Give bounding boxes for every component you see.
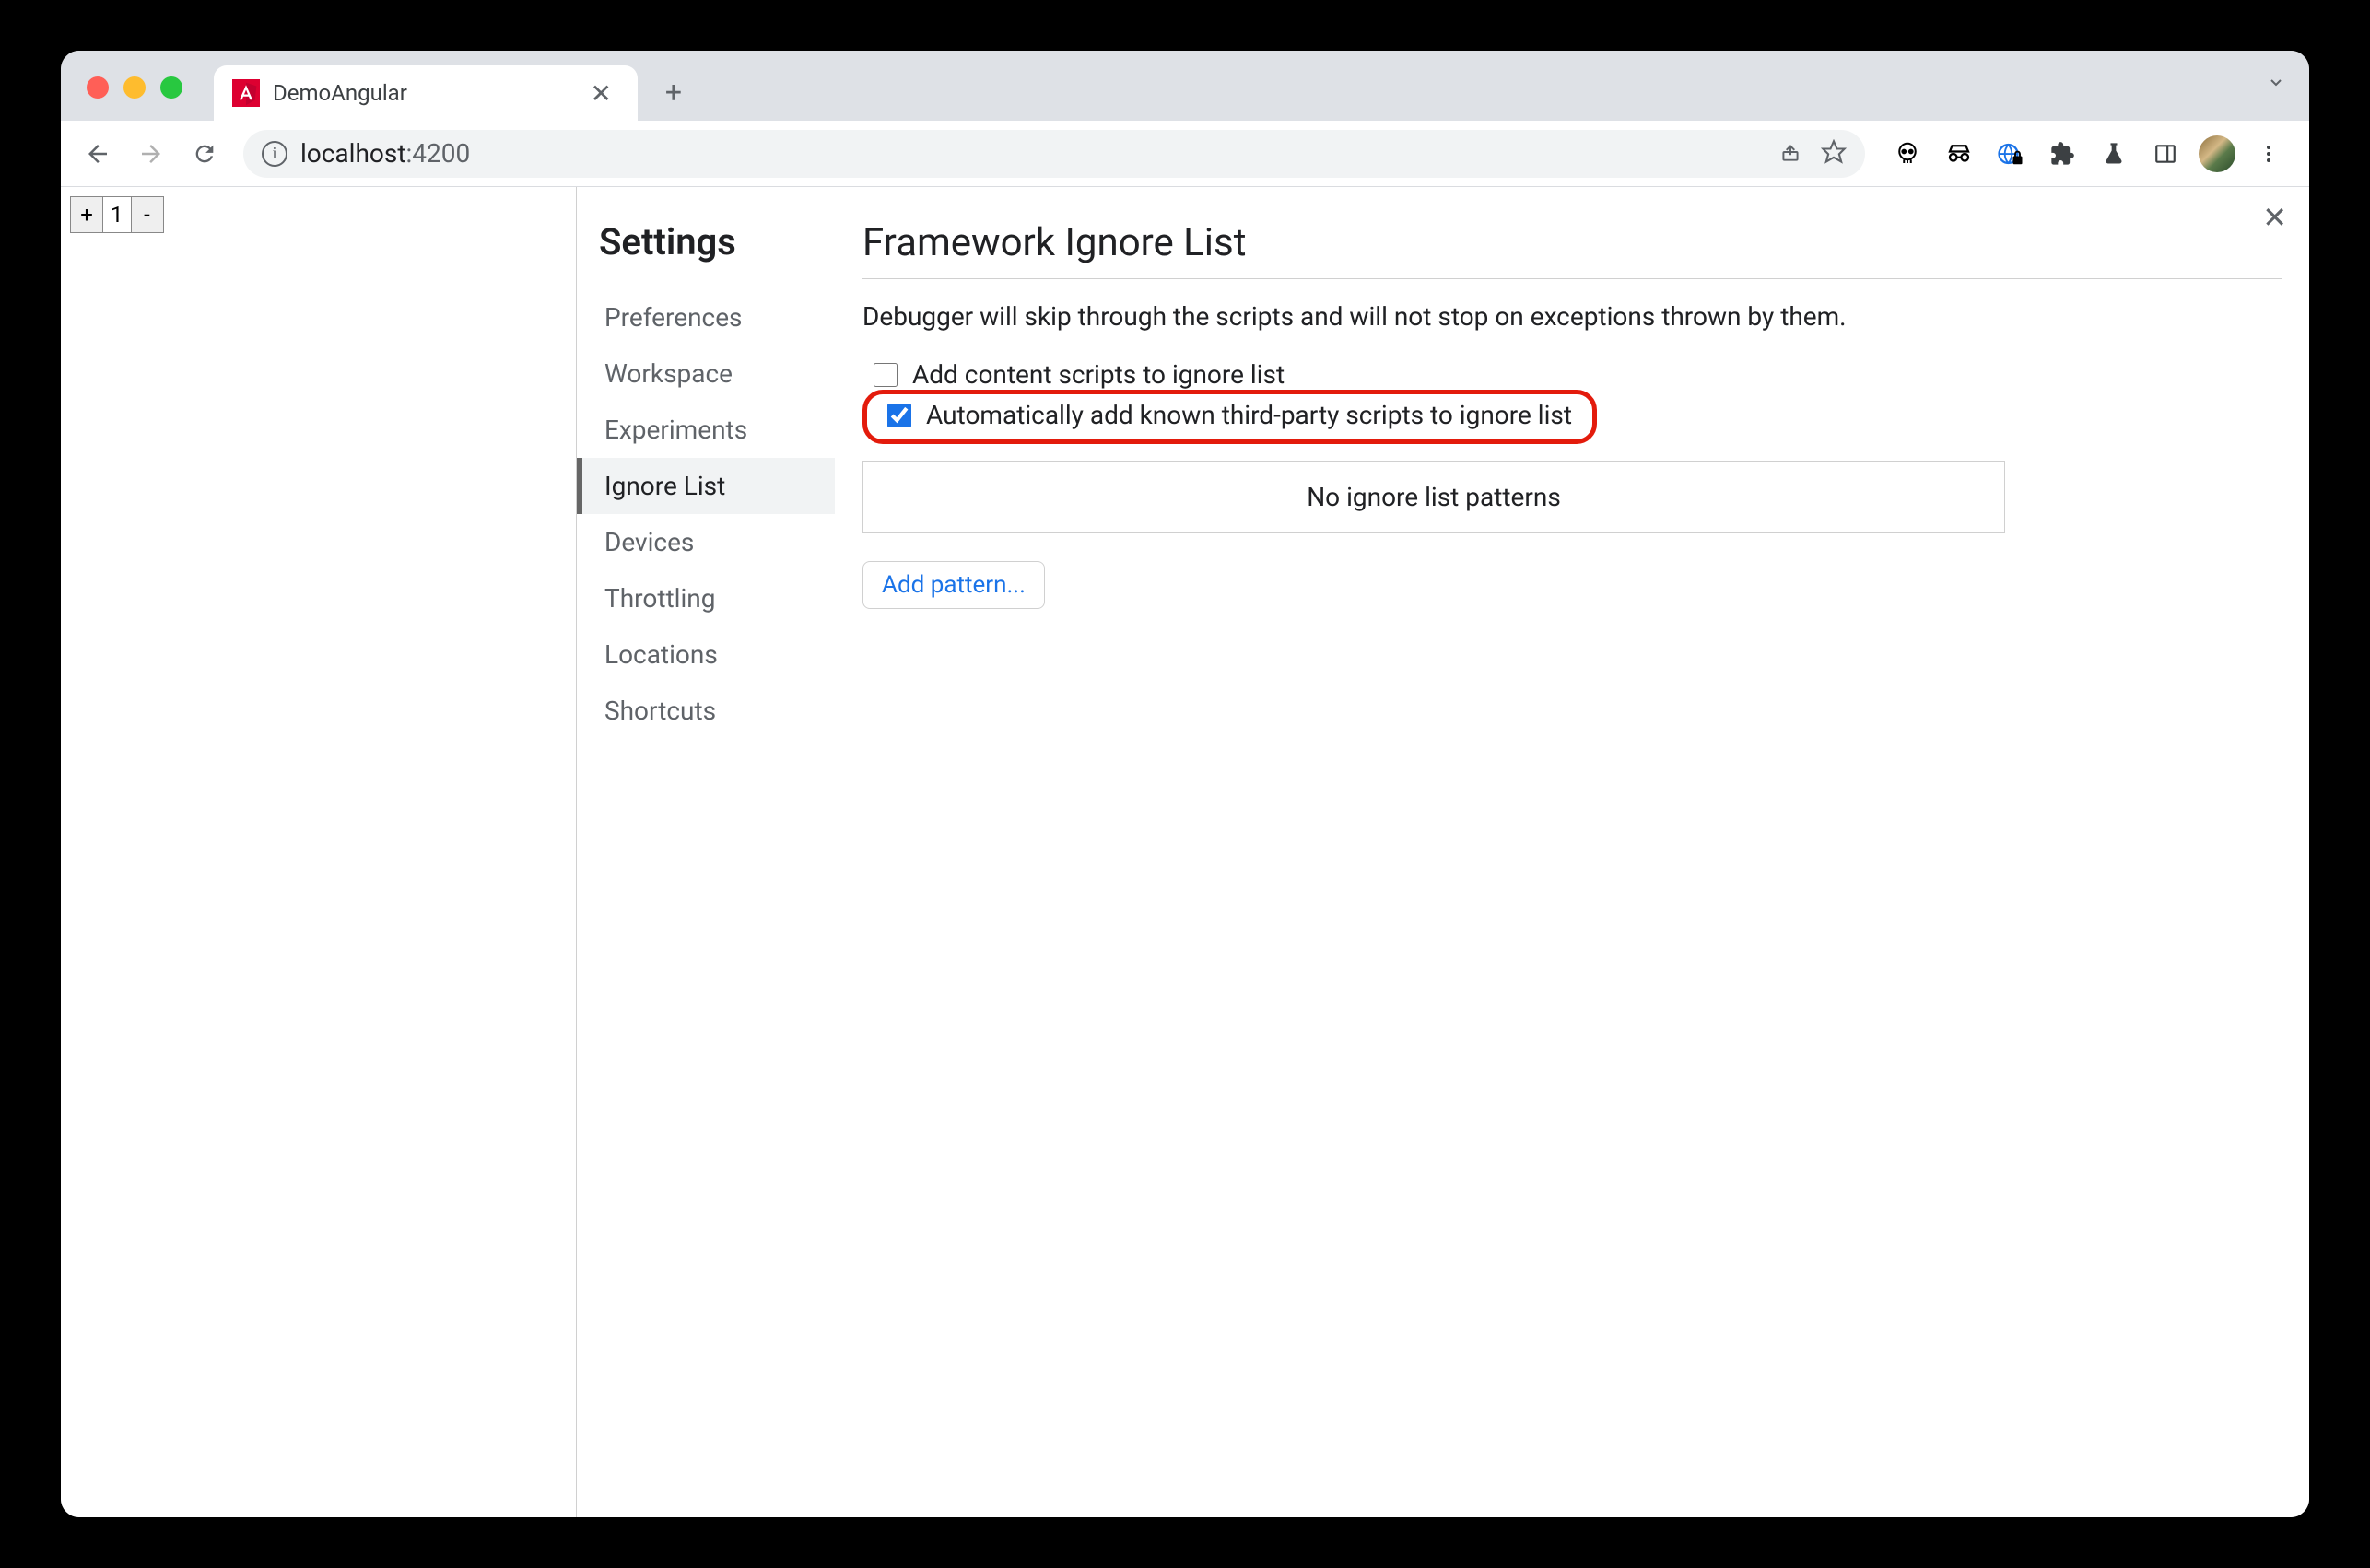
annotation-highlight: Automatically add known third-party scri… — [862, 390, 1597, 444]
panel-description: Debugger will skip through the scripts a… — [862, 301, 2282, 332]
extension-flask-icon[interactable] — [2095, 135, 2132, 172]
extension-lock-globe-icon[interactable] — [1992, 135, 2029, 172]
extensions-puzzle-icon[interactable] — [2044, 135, 2081, 172]
third-party-checkbox[interactable] — [887, 404, 911, 427]
checkbox-row-content-scripts[interactable]: Add content scripts to ignore list — [862, 357, 2282, 392]
content-scripts-checkbox[interactable] — [874, 363, 898, 387]
extension-skull-icon[interactable] — [1889, 135, 1926, 172]
share-icon[interactable] — [1778, 140, 1802, 168]
site-info-icon[interactable]: i — [262, 141, 287, 167]
devtools-settings-panel: ✕ Settings Preferences Workspace Experim… — [577, 187, 2309, 1517]
counter-value: 1 — [103, 196, 131, 233]
back-button[interactable] — [76, 132, 120, 176]
window-minimize-button[interactable] — [123, 76, 146, 99]
address-bar: i localhost:4200 — [61, 121, 2309, 187]
nav-devices[interactable]: Devices — [599, 514, 835, 570]
profile-avatar[interactable] — [2199, 135, 2235, 172]
nav-locations[interactable]: Locations — [599, 626, 835, 683]
url-text: localhost:4200 — [300, 138, 470, 169]
page-viewport: + 1 - — [61, 187, 577, 1517]
close-settings-button[interactable]: ✕ — [2255, 196, 2294, 239]
settings-title: Settings — [599, 220, 835, 263]
panel-toggle-icon[interactable] — [2147, 135, 2184, 172]
settings-main: Framework Ignore List Debugger will skip… — [835, 187, 2309, 1517]
browser-window: DemoAngular ✕ + i localhost:4200 — [61, 51, 2309, 1517]
third-party-label: Automatically add known third-party scri… — [926, 400, 1572, 430]
nav-preferences[interactable]: Preferences — [599, 289, 835, 345]
window-close-button[interactable] — [87, 76, 109, 99]
content-area: + 1 - ✕ Settings Preferences Workspace E… — [61, 187, 2309, 1517]
url-port: :4200 — [405, 138, 470, 169]
add-pattern-button[interactable]: Add pattern... — [862, 561, 1045, 609]
window-maximize-button[interactable] — [160, 76, 182, 99]
url-omnibox[interactable]: i localhost:4200 — [243, 130, 1865, 178]
counter-plus-button[interactable]: + — [70, 196, 103, 233]
new-tab-button[interactable]: + — [651, 69, 697, 115]
browser-tab[interactable]: DemoAngular ✕ — [214, 65, 638, 121]
no-patterns-text: No ignore list patterns — [1307, 482, 1561, 512]
ignore-patterns-box: No ignore list patterns — [862, 461, 2005, 533]
reload-button[interactable] — [182, 132, 227, 176]
nav-experiments[interactable]: Experiments — [599, 402, 835, 458]
toolbar-extensions — [1882, 135, 2294, 172]
settings-sidebar: Settings Preferences Workspace Experimen… — [577, 187, 835, 1517]
settings-nav: Preferences Workspace Experiments Ignore… — [599, 289, 835, 739]
tab-close-button[interactable]: ✕ — [583, 75, 619, 112]
panel-heading: Framework Ignore List — [862, 220, 2282, 279]
url-host: localhost — [300, 138, 405, 169]
tab-list-chevron-icon[interactable] — [2265, 71, 2287, 97]
content-scripts-label: Add content scripts to ignore list — [912, 359, 1285, 390]
nav-ignore-list[interactable]: Ignore List — [577, 458, 835, 514]
checkbox-row-third-party[interactable]: Automatically add known third-party scri… — [876, 398, 1583, 432]
nav-workspace[interactable]: Workspace — [599, 345, 835, 402]
browser-tab-bar: DemoAngular ✕ + — [61, 51, 2309, 121]
nav-shortcuts[interactable]: Shortcuts — [599, 683, 835, 739]
bookmark-star-icon[interactable] — [1821, 139, 1847, 169]
angular-favicon-icon — [232, 79, 260, 107]
extension-incognito-icon[interactable] — [1941, 135, 1977, 172]
kebab-menu-icon[interactable] — [2250, 135, 2287, 172]
window-controls — [87, 76, 182, 99]
forward-button[interactable] — [129, 132, 173, 176]
counter-stepper: + 1 - — [70, 196, 567, 233]
nav-throttling[interactable]: Throttling — [599, 570, 835, 626]
tab-title: DemoAngular — [273, 80, 570, 106]
counter-minus-button[interactable]: - — [131, 196, 164, 233]
